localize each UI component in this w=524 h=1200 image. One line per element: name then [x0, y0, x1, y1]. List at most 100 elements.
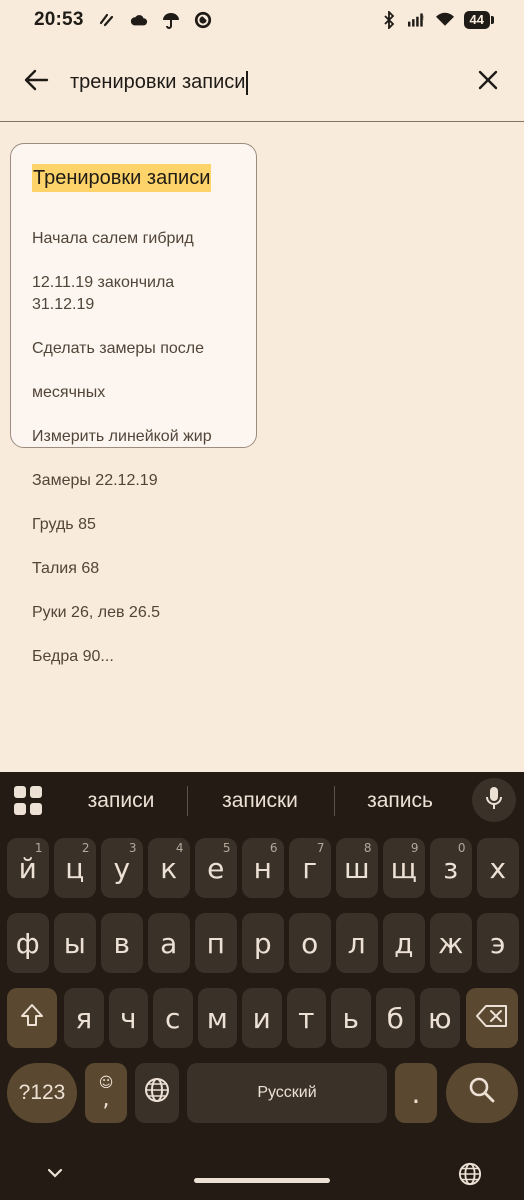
- signal-icon: !: [407, 11, 426, 29]
- shift-icon: [19, 1002, 45, 1035]
- home-handle[interactable]: [194, 1178, 330, 1183]
- key-label: ф: [15, 926, 40, 960]
- key-label: г: [302, 851, 318, 885]
- note-body: Начала салем гибрид 12.11.19 закончила 3…: [32, 206, 235, 690]
- globe-icon: [144, 1077, 170, 1110]
- key-х[interactable]: х: [477, 838, 519, 898]
- key-hint: 7: [316, 841, 325, 855]
- key-label: д: [394, 926, 414, 960]
- backspace-icon: [476, 1002, 508, 1035]
- search-key[interactable]: [446, 1063, 518, 1123]
- key-ч[interactable]: ч: [108, 988, 148, 1048]
- search-bar: тренировки записи: [0, 44, 524, 122]
- key-ф[interactable]: ф: [7, 913, 49, 973]
- key-ь[interactable]: ь: [331, 988, 371, 1048]
- key-э[interactable]: э: [477, 913, 519, 973]
- navigation-bar: [0, 1146, 524, 1200]
- key-hint: 2: [81, 841, 90, 855]
- key-у[interactable]: у3: [101, 838, 143, 898]
- key-н[interactable]: н6: [242, 838, 284, 898]
- symbols-key[interactable]: ?123: [7, 1063, 77, 1123]
- key-р[interactable]: р: [242, 913, 284, 973]
- link-icon: [98, 11, 116, 29]
- suggestion-2[interactable]: записки: [195, 784, 325, 818]
- key-й[interactable]: й1: [7, 838, 49, 898]
- wifi-icon: [435, 11, 454, 29]
- note-line: Начала салем гибрид: [32, 230, 194, 247]
- key-label: з: [443, 851, 459, 885]
- key-т[interactable]: т: [286, 988, 326, 1048]
- key-label: е: [207, 851, 225, 885]
- key-label: и: [252, 1001, 271, 1035]
- suggestion-1[interactable]: записи: [62, 784, 180, 818]
- suggestion-3[interactable]: запись: [342, 784, 458, 818]
- shift-key[interactable]: [7, 988, 57, 1048]
- key-п[interactable]: п: [195, 913, 237, 973]
- key-label: м: [206, 1001, 228, 1035]
- svg-text:!: !: [421, 16, 423, 22]
- voice-input-button[interactable]: [472, 778, 516, 822]
- search-input[interactable]: тренировки записи: [70, 70, 468, 95]
- arrow-left-icon: [23, 67, 49, 98]
- key-label: э: [490, 926, 506, 960]
- key-ж[interactable]: ж: [430, 913, 472, 973]
- key-ц[interactable]: ц2: [54, 838, 96, 898]
- key-label: к: [160, 851, 178, 885]
- key-а[interactable]: а: [148, 913, 190, 973]
- status-bar: 20:53 ! 44: [0, 0, 524, 40]
- switch-language-button[interactable]: [458, 1162, 482, 1191]
- key-к[interactable]: к4: [148, 838, 190, 898]
- emoji-comma-key[interactable]: ☺ ,: [85, 1063, 127, 1123]
- key-и[interactable]: и: [242, 988, 282, 1048]
- key-label: ш: [343, 851, 370, 885]
- note-card[interactable]: Тренировки записи Начала салем гибрид 12…: [10, 143, 257, 665]
- status-time: 20:53: [34, 9, 84, 30]
- note-line: Замеры 22.12.19: [32, 472, 158, 489]
- key-ш[interactable]: ш8: [336, 838, 378, 898]
- key-д[interactable]: д: [383, 913, 425, 973]
- language-key[interactable]: [135, 1063, 179, 1123]
- comma-label: ,: [102, 1087, 110, 1112]
- key-б[interactable]: б: [375, 988, 415, 1048]
- microphone-icon: [485, 786, 503, 815]
- key-с[interactable]: с: [153, 988, 193, 1048]
- key-label: с: [165, 1001, 181, 1035]
- key-з[interactable]: з0: [430, 838, 472, 898]
- note-line: Бедра 90...: [32, 648, 114, 665]
- key-label: ю: [427, 1001, 452, 1035]
- key-hint: 6: [269, 841, 278, 855]
- bluetooth-icon: [380, 11, 398, 29]
- backspace-key[interactable]: [466, 988, 518, 1048]
- period-key[interactable]: .: [395, 1063, 437, 1123]
- key-label: ж: [438, 926, 464, 960]
- key-о[interactable]: о: [289, 913, 331, 973]
- key-label: я: [75, 1001, 93, 1035]
- key-г[interactable]: г7: [289, 838, 331, 898]
- hide-keyboard-button[interactable]: [44, 1162, 66, 1189]
- search-icon: [468, 1076, 496, 1111]
- key-щ[interactable]: щ9: [383, 838, 425, 898]
- key-label: ы: [63, 926, 86, 960]
- key-ю[interactable]: ю: [420, 988, 460, 1048]
- key-label: т: [298, 1001, 315, 1035]
- clear-search-button[interactable]: [468, 63, 508, 103]
- keyboard-menu-button[interactable]: [14, 786, 44, 816]
- globe-icon: [458, 1162, 482, 1190]
- key-label: у: [113, 851, 131, 885]
- text-cursor: [246, 70, 248, 95]
- space-key[interactable]: Русский: [187, 1063, 387, 1123]
- key-label: й: [18, 851, 37, 885]
- key-я[interactable]: я: [64, 988, 104, 1048]
- key-label: ц: [65, 851, 85, 885]
- search-query-text: тренировки записи: [70, 71, 246, 93]
- key-в[interactable]: в: [101, 913, 143, 973]
- note-line: Сделать замеры после: [32, 340, 205, 357]
- key-е[interactable]: е5: [195, 838, 237, 898]
- key-ы[interactable]: ы: [54, 913, 96, 973]
- back-button[interactable]: [16, 63, 56, 103]
- grid-icon: [14, 786, 26, 798]
- close-icon: [477, 69, 499, 96]
- key-л[interactable]: л: [336, 913, 378, 973]
- key-м[interactable]: м: [197, 988, 237, 1048]
- battery-level: 44: [463, 11, 495, 29]
